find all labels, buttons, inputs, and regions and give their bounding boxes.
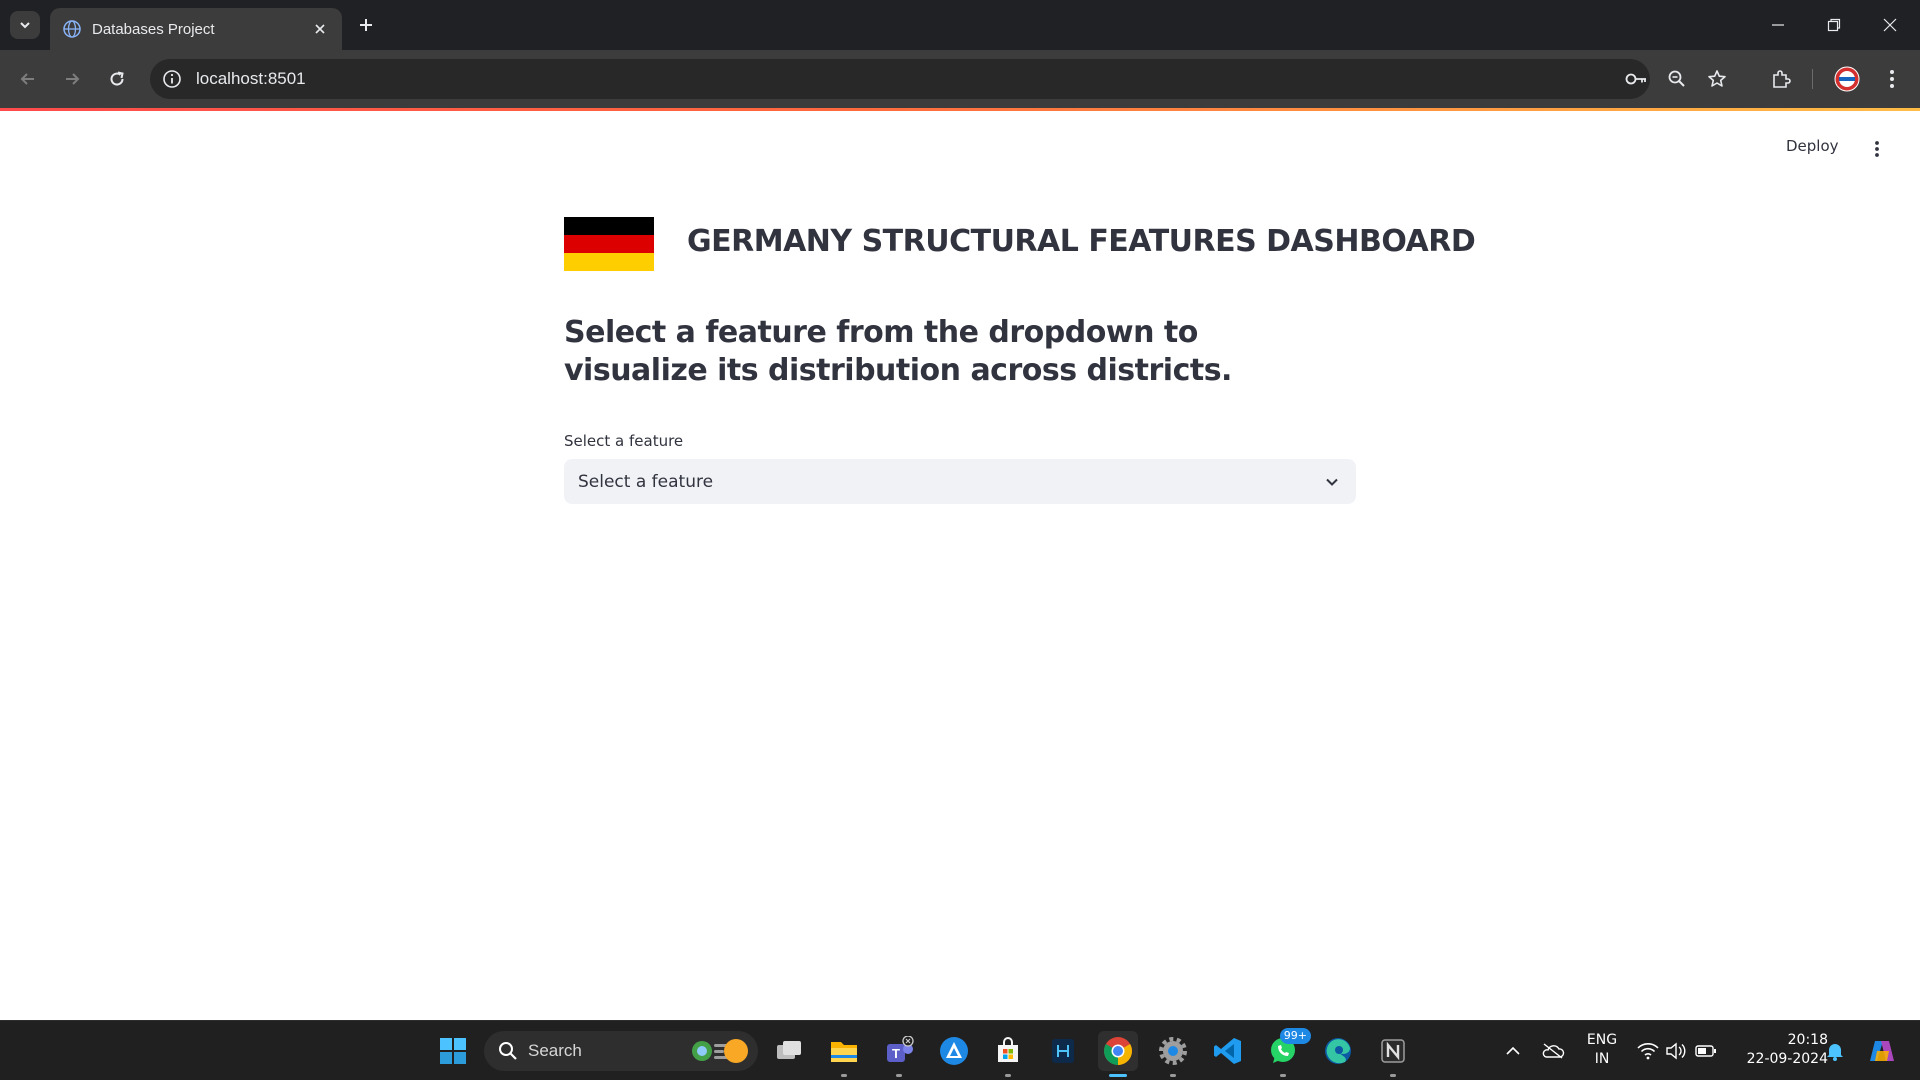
- tab-search-button[interactable]: [10, 11, 40, 39]
- browser-toolbar: localhost:8501: [0, 50, 1920, 108]
- language-code: ENG: [1586, 1032, 1618, 1048]
- running-indicator: [841, 1074, 847, 1077]
- deploy-button[interactable]: Deploy: [1786, 137, 1839, 161]
- running-indicator: [896, 1074, 902, 1077]
- browser-tab-bar: Databases Project: [0, 0, 1920, 50]
- feature-select-label: Select a feature: [564, 432, 684, 450]
- flag-stripe-gold: [564, 253, 654, 271]
- running-indicator: [1005, 1074, 1011, 1077]
- clock-date: 22-09-2024: [1746, 1051, 1828, 1067]
- reload-button[interactable]: [101, 63, 133, 95]
- sql-icon[interactable]: [1043, 1031, 1083, 1071]
- wifi-icon[interactable]: [1636, 1039, 1660, 1063]
- feature-select-value: Select a feature: [578, 471, 714, 492]
- chevron-up-icon[interactable]: [1501, 1039, 1525, 1063]
- restore-icon: [1827, 18, 1841, 32]
- app-menu-button[interactable]: [1864, 135, 1890, 163]
- back-button[interactable]: [12, 63, 44, 95]
- task-view-icon[interactable]: [769, 1031, 809, 1071]
- browser-menu-icon[interactable]: [1876, 63, 1908, 95]
- store-icon[interactable]: [988, 1031, 1028, 1077]
- close-icon: [1883, 18, 1897, 32]
- bookmark-star-icon[interactable]: [1697, 59, 1737, 99]
- windows-taskbar: Search T 99+ ENG IN 20:18 22-09-2024: [0, 1020, 1920, 1080]
- language-indicator[interactable]: ENG IN: [1580, 1031, 1624, 1069]
- copilot-icon[interactable]: [1866, 1035, 1898, 1067]
- zoom-icon[interactable]: [1657, 59, 1697, 99]
- arrow-left-icon: [20, 73, 34, 85]
- widgets-icon: [692, 1039, 748, 1063]
- file-explorer-icon[interactable]: [824, 1031, 864, 1077]
- germany-flag-image: [564, 217, 654, 271]
- page-title: GERMANY STRUCTURAL FEATURES DASHBOARD: [687, 224, 1476, 259]
- page-subheading: Select a feature from the dropdown to vi…: [564, 315, 1232, 388]
- svg-text:T: T: [892, 1046, 900, 1061]
- chrome-icon[interactable]: [1098, 1031, 1138, 1077]
- onedrive-offline-icon[interactable]: [1541, 1039, 1565, 1063]
- active-indicator: [1109, 1074, 1127, 1077]
- volume-icon[interactable]: [1664, 1039, 1688, 1063]
- teams-icon[interactable]: T: [879, 1031, 919, 1077]
- close-window-button[interactable]: [1862, 0, 1918, 50]
- clock[interactable]: 20:18 22-09-2024: [1736, 1031, 1828, 1069]
- url-text[interactable]: localhost:8501: [196, 69, 306, 89]
- arrow-right-icon: [66, 73, 80, 85]
- new-tab-button[interactable]: [352, 11, 380, 39]
- globe-icon: [63, 20, 81, 38]
- minimize-icon: [1772, 24, 1784, 26]
- running-indicator: [1170, 1074, 1176, 1077]
- battery-icon[interactable]: [1694, 1039, 1718, 1063]
- flag-stripe-red: [564, 235, 654, 253]
- site-info-icon[interactable]: [162, 69, 182, 89]
- password-key-icon[interactable]: [1617, 59, 1657, 99]
- notification-bell-icon[interactable]: [1823, 1039, 1847, 1063]
- whatsapp-icon[interactable]: 99+: [1263, 1028, 1311, 1077]
- tab-title: Databases Project: [92, 20, 215, 38]
- plus-icon: [360, 19, 372, 31]
- close-icon: [315, 24, 325, 34]
- reload-icon: [110, 71, 124, 86]
- streamlit-decoration-bar: [0, 108, 1920, 111]
- start-icon[interactable]: [433, 1031, 473, 1071]
- profile-avatar-icon[interactable]: [1831, 63, 1863, 95]
- taskbar-search-label: Search: [528, 1041, 582, 1060]
- chevron-down-icon: [1322, 472, 1342, 492]
- feature-select-dropdown[interactable]: Select a feature: [564, 459, 1356, 504]
- toolbar-divider: [1812, 69, 1813, 89]
- search-icon: [499, 1042, 517, 1060]
- taskbar-search-box[interactable]: Search: [484, 1031, 758, 1071]
- settings-icon[interactable]: [1153, 1031, 1193, 1077]
- extensions-icon[interactable]: [1765, 63, 1797, 95]
- edge-icon[interactable]: [1318, 1031, 1358, 1071]
- running-indicator: [1280, 1074, 1286, 1077]
- region-code: IN: [1594, 1051, 1610, 1067]
- tab-close-button[interactable]: [310, 19, 330, 39]
- tab-active[interactable]: Databases Project: [50, 8, 342, 50]
- more-vertical-icon: [1875, 141, 1879, 157]
- flag-stripe-black: [564, 217, 654, 235]
- notion-icon[interactable]: [1373, 1031, 1413, 1077]
- forward-button[interactable]: [56, 63, 88, 95]
- address-bar[interactable]: localhost:8501: [150, 59, 1650, 99]
- arc-icon[interactable]: [934, 1031, 974, 1071]
- vscode-icon[interactable]: [1208, 1031, 1248, 1071]
- restore-button[interactable]: [1806, 0, 1862, 50]
- chevron-down-icon: [20, 22, 30, 29]
- notification-badge: 99+: [1279, 1028, 1311, 1044]
- running-indicator: [1390, 1074, 1396, 1077]
- clock-time: 20:18: [1787, 1032, 1828, 1048]
- minimize-button[interactable]: [1750, 0, 1806, 50]
